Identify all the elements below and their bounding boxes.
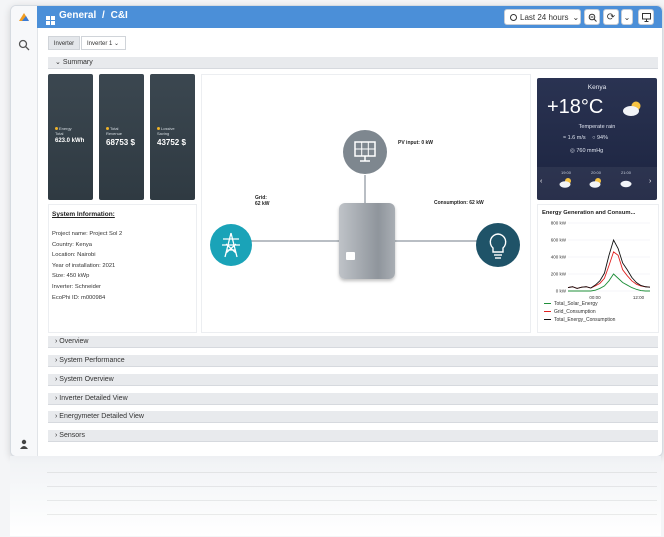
y-tick-label: 200 kW <box>551 272 567 277</box>
consumption-label: Consumption: 62 kW <box>434 200 484 206</box>
bullet-icon <box>55 127 58 130</box>
weather-location: Kenya <box>587 84 607 91</box>
energy-chart-panel: Energy Generation and Consum... 800 kW 60… <box>537 204 659 333</box>
time-range-picker[interactable]: Last 24 hours ⌄ <box>504 9 581 25</box>
refresh-icon: ⟳ <box>606 12 616 23</box>
y-tick-label: 400 kW <box>551 255 567 260</box>
variable-label-inverter: Inverter <box>48 36 80 50</box>
weather-details: ≈ 1.6 m/s ○ 94% <box>563 135 609 141</box>
energy-line-chart[interactable]: 800 kW600 kW400 kW200 kW0 kW00:00 12:00 <box>538 219 658 307</box>
info-ecophi-id: EcoPhi ID: m000984 <box>52 294 106 301</box>
weather-pressure: ◎ 760 mmHg <box>570 148 604 154</box>
y-tick-label: 800 kW <box>551 221 567 226</box>
weather-condition: Temperate rain <box>578 124 616 130</box>
chevron-down-icon: ⌄ <box>572 13 580 22</box>
info-location: Location: Nairobi <box>52 252 96 259</box>
stat-value: 623.0 kWh <box>55 138 85 144</box>
section-summary[interactable]: ⌄ Summary <box>48 57 658 69</box>
search-icon[interactable] <box>18 38 30 51</box>
legend-item-consumption[interactable]: Total_Energy_Consumption <box>544 316 615 324</box>
zoom-out-icon <box>588 13 597 22</box>
stat-value: 43752 $ <box>157 138 186 147</box>
info-inverter: Inverter: Schneider <box>52 283 101 290</box>
refresh-button[interactable]: ⟳ <box>603 9 619 25</box>
section-sensors[interactable]: › Sensors <box>48 430 658 442</box>
section-inverter-detailed-view[interactable]: › Inverter Detailed View <box>48 393 658 405</box>
forecast-item: 20:00 <box>585 170 607 193</box>
inverter-node[interactable] <box>339 203 395 279</box>
consumption-node[interactable] <box>476 223 520 267</box>
rain-cloud-icon <box>621 100 643 118</box>
section-system-overview[interactable]: › System Overview <box>48 374 658 386</box>
page-subtitle[interactable]: C&I <box>111 10 128 21</box>
partly-cloudy-icon <box>559 178 571 188</box>
light-bulb-icon <box>489 233 507 259</box>
stat-value: 68753 $ <box>106 138 135 147</box>
bullet-icon <box>157 127 160 130</box>
forecast-next-icon[interactable]: › <box>649 178 651 185</box>
chart-legend: Total_Solar_Energy Grid_Consumption Tota… <box>544 300 615 324</box>
forecast-item: 19:00 <box>555 170 577 193</box>
refresh-interval-dropdown[interactable]: ⌄ <box>621 9 633 25</box>
window-reflection <box>10 456 661 536</box>
user-icon[interactable] <box>19 436 29 449</box>
system-info-panel: System Information: Project name: Projec… <box>48 204 197 333</box>
series-line-solar <box>568 273 650 292</box>
legend-item-solar[interactable]: Total_Solar_Energy <box>544 300 615 308</box>
stat-tile-total-revenue[interactable]: Total Revenue 68753 $ <box>99 74 144 200</box>
forecast-item: 21:00 <box>615 170 637 193</box>
left-sidebar <box>11 6 38 456</box>
dashboard-window: General / C&I Last 24 hours ⌄ ⟳ ⌄ Inverte… <box>10 5 663 457</box>
legend-swatch <box>544 302 551 305</box>
info-project-name: Project name: Project Sol 2 <box>52 231 123 237</box>
weather-temperature: +18°C <box>547 96 604 118</box>
cloud-icon <box>620 180 632 188</box>
legend-swatch <box>544 310 551 313</box>
solar-panel-icon <box>354 141 376 162</box>
pressure-icon: ◎ <box>570 148 575 154</box>
grid-label: Grid: 62 kW <box>255 195 270 207</box>
variable-select-inverter[interactable]: Inverter 1 ⌄ <box>81 36 126 50</box>
energy-flow-diagram: PV input: 0 kW Grid: 62 kW Consumption: … <box>201 74 531 333</box>
breadcrumb: General / C&I <box>59 10 128 21</box>
forecast-prev-icon[interactable]: ‹ <box>540 178 542 185</box>
info-country: Country: Kenya <box>52 241 92 248</box>
section-energymeter-detailed-view[interactable]: › Energymeter Detailed View <box>48 411 658 423</box>
apps-grid-icon[interactable] <box>46 12 55 25</box>
y-tick-label: 0 kW <box>556 289 567 294</box>
inverter-logo-icon <box>346 252 355 260</box>
pv-input-label: PV input: 0 kW <box>398 140 433 146</box>
chart-title: Energy Generation and Consum... <box>542 210 636 216</box>
top-bar: General / C&I Last 24 hours ⌄ ⟳ ⌄ <box>37 6 662 28</box>
legend-item-grid[interactable]: Grid_Consumption <box>544 308 615 316</box>
stat-tile-energy-total[interactable]: Energy Total 623.0 kWh <box>48 74 93 200</box>
solar-panel-node[interactable] <box>343 130 387 174</box>
info-year: Year of installation: 2021 <box>52 262 116 269</box>
system-info-title: System Information: <box>52 211 115 218</box>
y-tick-label: 600 kW <box>551 238 567 243</box>
bullet-icon <box>106 127 109 130</box>
page-title[interactable]: General <box>59 10 96 21</box>
system-info-list: Project name: Project Sol 2 Country: Ken… <box>52 229 122 303</box>
section-system-performance[interactable]: › System Performance <box>48 355 658 367</box>
monitor-icon <box>641 13 651 22</box>
grid-node[interactable] <box>210 224 252 266</box>
weather-widget[interactable]: Kenya +18°C Temperate rain ≈ 1.6 m/s ○ 9… <box>537 78 657 200</box>
wind-icon: ≈ <box>563 135 567 141</box>
info-size: Size: 450 kWp <box>52 273 90 280</box>
clock-icon <box>510 14 517 21</box>
partly-cloudy-icon <box>589 178 601 188</box>
stat-tile-saving[interactable]: Lossive Saving 43752 $ <box>150 74 195 200</box>
legend-swatch <box>544 318 551 321</box>
chevron-down-icon: ⌄ <box>114 41 120 47</box>
x-tick-label: 12:00 <box>633 295 645 300</box>
forecast-strip: ‹ 19:00 20:00 21:00 › <box>537 167 657 200</box>
zoom-out-button[interactable] <box>584 9 600 25</box>
chevron-down-icon: ⌄ <box>623 13 631 22</box>
logo-icon[interactable] <box>17 10 31 24</box>
power-tower-icon <box>222 232 240 258</box>
humidity-icon: ○ <box>592 135 596 141</box>
section-overview[interactable]: › Overview <box>48 336 658 348</box>
tv-mode-button[interactable] <box>638 9 654 25</box>
